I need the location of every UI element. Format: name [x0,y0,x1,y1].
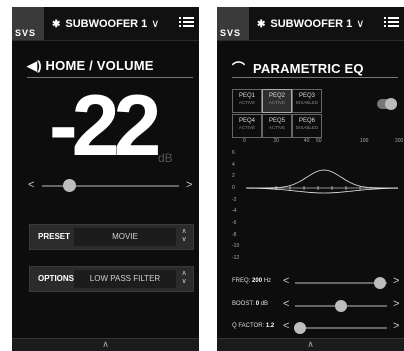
home-volume-screen: SVS ✱ SUBWOOFER 1 ∨ ◀) HOME / VOLUME -22 d… [12,7,199,351]
options-label: OPTIONS [38,274,75,283]
peq-cell-name: PEQ1 [238,93,255,99]
boost-increase-button[interactable]: > [393,298,399,310]
freq-value: 200 [252,278,263,284]
q-factor-label: Q FACTOR: 1.2 [232,323,275,329]
peq-cell-5[interactable]: PEQ5 ACTIVE [262,114,292,138]
volume-increase-button[interactable]: > [186,179,192,191]
boost-slider-knob[interactable] [335,300,347,312]
chevron-down-icon: ∨ [356,18,365,30]
q-factor-slider-knob[interactable] [293,322,306,334]
q-factor-decrease-button[interactable]: < [283,320,289,332]
chevron-down-icon: ∨ [151,18,160,30]
eq-curve-plot [245,169,399,194]
options-value[interactable]: LOW PASS FILTER [74,270,176,288]
title-divider [232,77,398,78]
peq-boost-curve [245,169,399,189]
peq-cell-4[interactable]: PEQ4 ACTIVE [232,114,262,138]
boost-label: BOOST: 0 dB [232,301,269,307]
top-bar: SVS ✱ SUBWOOFER 1 ∨ [217,7,404,41]
options-stepper-icon[interactable]: ∧ ∨ [179,270,189,288]
peq-cell-name: PEQ2 [268,93,285,99]
preset-selector[interactable]: PRESET MOVIE ∧ ∨ [29,224,194,250]
peq-cell-1[interactable]: PEQ1 ACTIVE [232,89,262,113]
top-bar: SVS ✱ SUBWOOFER 1 ∨ [12,7,199,41]
peq-cell-name: PEQ6 [298,118,315,124]
peq-cell-status: ACTIVE [268,100,286,105]
page-title: ⌒ PARAMETRIC EQ [232,61,364,76]
peq-enable-toggle[interactable] [377,98,397,110]
peq-cell-status: DISABLED [295,125,319,130]
preset-label: PRESET [38,232,71,241]
preset-stepper-icon[interactable]: ∧ ∨ [179,228,189,246]
chevron-up-icon: ∧ [102,339,109,349]
eq-response-chart: 0 20 40 50 100 200 6 4 2 0 -2 -4 -6 -8 -10 -12 [232,138,403,262]
peq-cell-status: DISABLED [295,100,319,105]
preset-value[interactable]: MOVIE [74,228,176,246]
device-selector[interactable]: ✱ SUBWOOFER 1 ∨ [257,17,364,30]
device-name: SUBWOOFER 1 [270,18,353,30]
freq-label: FREQ: 200 Hz [232,278,272,284]
device-selector[interactable]: ✱ SUBWOOFER 1 ∨ [52,17,159,30]
volume-unit: dB [158,151,173,165]
peq-cut-curve [245,187,399,194]
svs-logo: SVS [217,7,249,40]
peq-band-grid: PEQ1 ACTIVE PEQ2 ACTIVE PEQ3 DISABLED PEQ4 ACTI… [232,89,322,138]
svs-logo: SVS [12,7,44,40]
q-factor-slider[interactable] [295,327,387,329]
peq-cell-2[interactable]: PEQ2 ACTIVE [262,89,292,113]
eq-curve-icon: ⌒ [232,61,246,76]
bottom-drawer-handle[interactable]: ∧ [217,338,404,351]
peq-cell-name: PEQ5 [268,118,285,124]
freq-increase-button[interactable]: > [393,275,399,287]
bluetooth-icon: ✱ [52,19,61,30]
peq-cell-6[interactable]: PEQ6 DISABLED [292,114,322,138]
peq-cell-name: PEQ3 [298,93,315,99]
device-name: SUBWOOFER 1 [65,18,148,30]
menu-icon[interactable] [179,16,194,29]
freq-decrease-button[interactable]: < [283,275,289,287]
bluetooth-icon: ✱ [257,19,266,30]
options-selector[interactable]: OPTIONS LOW PASS FILTER ∧ ∨ [29,266,194,292]
volume-decrease-button[interactable]: < [28,179,34,191]
boost-value: 0 [255,301,260,307]
parametric-eq-screen: SVS ✱ SUBWOOFER 1 ∨ ⌒ PARAMETRIC EQ PEQ1 AC… [217,7,404,351]
bottom-drawer-handle[interactable]: ∧ [12,338,199,351]
freq-slider-knob[interactable] [373,277,386,289]
peq-cell-status: ACTIVE [238,125,256,130]
peq-cell-status: ACTIVE [268,125,286,130]
boost-decrease-button[interactable]: < [283,298,289,310]
volume-slider-knob[interactable] [62,179,76,192]
peq-cell-3[interactable]: PEQ3 DISABLED [292,89,322,113]
page-title: ◀) HOME / VOLUME [27,58,154,73]
chevron-up-icon: ∧ [307,339,314,349]
peq-cell-status: ACTIVE [238,100,256,105]
peq-cell-name: PEQ4 [238,118,255,124]
menu-icon[interactable] [384,16,399,29]
volume-value: -22 [49,78,161,174]
q-factor-value: 1.2 [265,323,275,329]
speaker-icon: ◀) [27,58,42,73]
q-factor-increase-button[interactable]: > [393,320,399,332]
